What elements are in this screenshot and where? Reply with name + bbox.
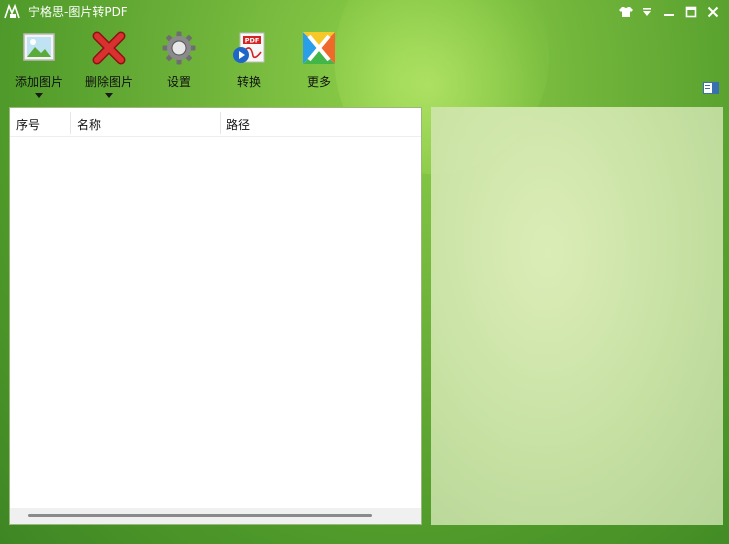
close-button[interactable] (704, 3, 722, 21)
settings-label: 设置 (166, 75, 191, 89)
maximize-icon (685, 6, 697, 18)
title-bar[interactable]: 宁格思-图片转PDF (0, 0, 729, 24)
horizontal-scrollbar[interactable] (10, 508, 421, 524)
skin-button[interactable] (617, 3, 635, 21)
add-image-icon (23, 33, 55, 61)
window-title: 宁格思-图片转PDF (28, 5, 128, 19)
more-label: 更多 (306, 75, 331, 89)
convert-label: 转换 (236, 75, 261, 89)
table-header: 序号 名称 路径 (10, 108, 421, 137)
panel-toggle-icon (703, 82, 719, 94)
maximize-button[interactable] (682, 3, 700, 21)
menu-dropdown-button[interactable] (638, 3, 656, 21)
more-button[interactable]: 更多 (286, 28, 352, 94)
menu-dropdown-icon (643, 8, 651, 16)
pdf-convert-icon: PDF (233, 32, 265, 63)
close-icon (707, 6, 719, 18)
skin-icon (619, 7, 633, 17)
minimize-button[interactable] (660, 3, 678, 21)
delete-x-icon (92, 31, 126, 65)
column-header-name[interactable]: 名称 (77, 116, 101, 133)
gear-icon (162, 31, 196, 65)
delete-image-button[interactable]: 删除图片 (76, 28, 142, 98)
convert-button[interactable]: PDF 转换 (216, 28, 282, 94)
add-image-label: 添加图片 (14, 75, 63, 89)
delete-image-dropdown-icon[interactable] (105, 93, 113, 98)
svg-text:PDF: PDF (245, 37, 260, 45)
minimize-icon (664, 14, 674, 16)
column-header-index[interactable]: 序号 (16, 116, 40, 133)
app-logo-icon (4, 3, 20, 19)
column-divider[interactable] (70, 112, 71, 134)
panel-toggle-button[interactable] (703, 82, 719, 94)
preview-panel (431, 107, 723, 525)
add-image-button[interactable]: 添加图片 (6, 28, 72, 98)
column-divider[interactable] (220, 112, 221, 134)
column-header-path[interactable]: 路径 (226, 116, 250, 133)
toolbar: 添加图片 删除图片 设置 PDF 转换 更多 (0, 28, 729, 98)
image-list-table[interactable]: 序号 名称 路径 (9, 107, 422, 525)
settings-button[interactable]: 设置 (146, 28, 212, 94)
add-image-dropdown-icon[interactable] (35, 93, 43, 98)
delete-image-label: 删除图片 (84, 75, 133, 89)
scrollbar-thumb[interactable] (28, 514, 372, 517)
more-apps-icon (303, 32, 335, 64)
